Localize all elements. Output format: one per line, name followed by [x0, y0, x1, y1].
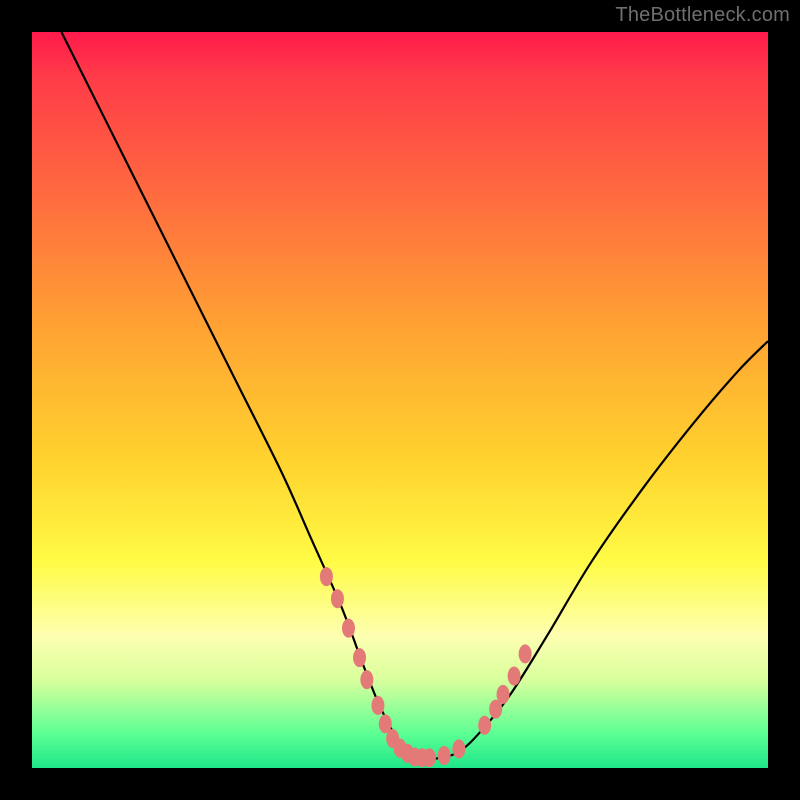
highlight-dot [497, 685, 510, 704]
bottleneck-curve [61, 32, 768, 759]
highlight-dots [320, 567, 532, 767]
highlight-dot [423, 748, 436, 767]
highlight-dot [519, 644, 532, 663]
highlight-dot [342, 619, 355, 638]
highlight-dot [360, 670, 373, 689]
highlight-dot [320, 567, 333, 586]
plot-area [32, 32, 768, 768]
highlight-dot [478, 716, 491, 735]
chart-frame: TheBottleneck.com [0, 0, 800, 800]
highlight-dot [438, 746, 451, 765]
curve-svg [32, 32, 768, 768]
highlight-dot [353, 648, 366, 667]
highlight-dot [331, 589, 344, 608]
highlight-dot [508, 667, 521, 686]
watermark-label: TheBottleneck.com [615, 4, 790, 27]
highlight-dot [452, 739, 465, 758]
highlight-dot [371, 696, 384, 715]
